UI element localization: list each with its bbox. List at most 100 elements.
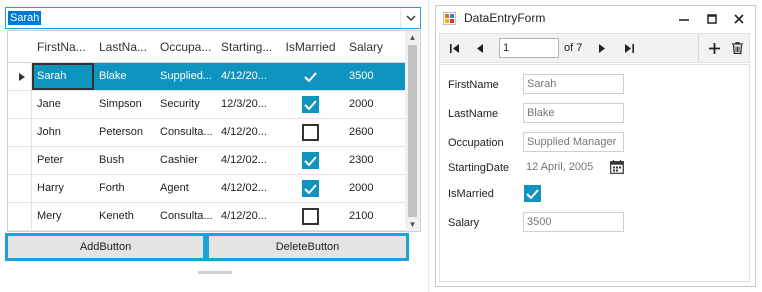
row-selector[interactable] — [8, 91, 32, 118]
combobox-selected-text[interactable]: Sarah — [8, 11, 42, 25]
row-selector[interactable] — [8, 203, 32, 230]
occupation-field[interactable]: Supplied Manager — [523, 132, 624, 152]
married-checkbox[interactable] — [302, 96, 319, 113]
cell-salary[interactable]: 2000 — [344, 91, 406, 118]
column-header-occupation[interactable]: Occupa... — [155, 31, 216, 63]
cell-salary[interactable]: 2600 — [344, 119, 406, 146]
table-row[interactable]: John Peterson Consulta... 4/12/20... 260… — [8, 119, 406, 147]
delete-icon — [731, 42, 743, 54]
vertical-scrollbar[interactable]: ▲ ▼ — [405, 31, 420, 231]
cell-salary[interactable]: 2100 — [344, 203, 406, 230]
close-icon — [734, 13, 744, 24]
ismarried-checkbox[interactable] — [524, 185, 541, 202]
cell-startingdate[interactable]: 4/12/20... — [216, 119, 277, 146]
cell-occupation[interactable]: Security — [155, 91, 216, 118]
column-header-lastname[interactable]: LastNa... — [94, 31, 155, 63]
row-indicator-icon — [19, 72, 25, 81]
firstname-label: FirstName — [448, 79, 499, 91]
married-checkbox[interactable] — [302, 68, 319, 85]
record-position-input[interactable]: 1 — [499, 38, 559, 58]
cell-startingdate[interactable]: 4/12/02... — [216, 147, 277, 174]
add-record-button[interactable] — [703, 37, 725, 59]
married-checkbox[interactable] — [302, 152, 319, 169]
cell-occupation[interactable]: Cashier — [155, 147, 216, 174]
data-grid[interactable]: FirstNa... LastNa... Occupa... Starting.… — [7, 30, 421, 232]
column-header-startingdate[interactable]: Starting... — [216, 31, 277, 63]
cell-ismarried[interactable] — [277, 63, 344, 90]
cell-lastname[interactable]: Simpson — [94, 91, 155, 118]
cell-firstname[interactable]: Harry — [32, 175, 94, 202]
married-checkbox[interactable] — [302, 208, 319, 225]
data-entry-form-window: DataEntryForm 1 of 7 FirstName Sarah Las… — [435, 5, 756, 287]
first-icon — [449, 43, 459, 53]
cell-occupation[interactable]: Consulta... — [155, 119, 216, 146]
cell-ismarried[interactable] — [277, 119, 344, 146]
table-row[interactable]: Sarah Blake Supplied... 4/12/20... 3500 — [8, 63, 406, 91]
title-bar[interactable]: DataEntryForm — [436, 6, 755, 31]
maximize-button[interactable] — [697, 6, 727, 31]
startingdate-value: 12 April, 2005 — [526, 161, 594, 173]
cell-salary[interactable]: 2000 — [344, 175, 406, 202]
row-selector[interactable] — [8, 119, 32, 146]
name-combobox[interactable]: Sarah — [5, 7, 421, 29]
firstname-field[interactable]: Sarah — [523, 74, 624, 94]
button-row: AddButton DeleteButton — [5, 233, 409, 261]
table-row[interactable]: Mery Keneth Consulta... 4/12/20... 2100 — [8, 203, 406, 231]
cell-lastname[interactable]: Bush — [94, 147, 155, 174]
cell-salary[interactable]: 3500 — [344, 63, 406, 90]
cell-startingdate[interactable]: 4/12/02... — [216, 175, 277, 202]
table-row[interactable]: Harry Forth Agent 4/12/02... 2000 — [8, 175, 406, 203]
cell-firstname[interactable]: Jane — [32, 91, 94, 118]
cell-ismarried[interactable] — [277, 175, 344, 202]
column-header-firstname[interactable]: FirstNa... — [32, 31, 94, 63]
cell-salary[interactable]: 2300 — [344, 147, 406, 174]
salary-field[interactable]: 3500 — [523, 212, 624, 232]
chevron-down-icon — [406, 15, 415, 21]
last-record-button[interactable] — [618, 37, 640, 59]
cell-lastname[interactable]: Keneth — [94, 203, 155, 230]
table-row[interactable]: Peter Bush Cashier 4/12/02... 2300 — [8, 147, 406, 175]
married-checkbox[interactable] — [302, 180, 319, 197]
scrollbar-thumb[interactable] — [408, 45, 417, 217]
cell-lastname[interactable]: Peterson — [94, 119, 155, 146]
cell-startingdate[interactable]: 4/12/20... — [216, 63, 277, 90]
cell-occupation[interactable]: Agent — [155, 175, 216, 202]
row-selector[interactable] — [8, 63, 32, 90]
calendar-icon[interactable] — [610, 160, 624, 174]
next-record-button[interactable] — [591, 37, 613, 59]
check-icon — [304, 183, 317, 194]
scroll-down-icon[interactable]: ▼ — [405, 218, 420, 231]
startingdate-field[interactable]: 12 April, 2005 — [523, 157, 624, 177]
scroll-up-icon[interactable]: ▲ — [405, 31, 420, 44]
add-button[interactable]: AddButton — [5, 233, 206, 261]
row-selector[interactable] — [8, 147, 32, 174]
cell-lastname[interactable]: Blake — [94, 63, 155, 90]
cell-startingdate[interactable]: 4/12/20... — [216, 203, 277, 230]
cell-ismarried[interactable] — [277, 147, 344, 174]
cell-occupation[interactable]: Supplied... — [155, 63, 216, 90]
cell-occupation[interactable]: Consulta... — [155, 203, 216, 230]
cell-startingdate[interactable]: 12/3/20... — [216, 91, 277, 118]
close-button[interactable] — [724, 6, 754, 31]
cell-ismarried[interactable] — [277, 203, 344, 230]
minimize-button[interactable] — [669, 6, 699, 31]
column-header-ismarried[interactable]: IsMarried — [277, 31, 344, 63]
lastname-field[interactable]: Blake — [523, 103, 624, 123]
row-selector[interactable] — [8, 175, 32, 202]
dropdown-button[interactable] — [400, 8, 420, 28]
cell-firstname[interactable]: Sarah — [32, 63, 94, 90]
delete-button[interactable]: DeleteButton — [206, 233, 409, 261]
column-header-salary[interactable]: Salary — [344, 31, 406, 63]
cell-firstname[interactable]: Peter — [32, 147, 94, 174]
table-row[interactable]: Jane Simpson Security 12/3/20... 2000 — [8, 91, 406, 119]
first-record-button[interactable] — [443, 37, 465, 59]
horizontal-scroll-grip[interactable] — [198, 271, 232, 274]
cell-ismarried[interactable] — [277, 91, 344, 118]
cell-firstname[interactable]: Mery — [32, 203, 94, 230]
cell-firstname[interactable]: John — [32, 119, 94, 146]
previous-record-button[interactable] — [469, 37, 491, 59]
cell-lastname[interactable]: Forth — [94, 175, 155, 202]
delete-record-button[interactable] — [726, 37, 748, 59]
married-checkbox[interactable] — [302, 124, 319, 141]
check-icon — [304, 71, 317, 82]
